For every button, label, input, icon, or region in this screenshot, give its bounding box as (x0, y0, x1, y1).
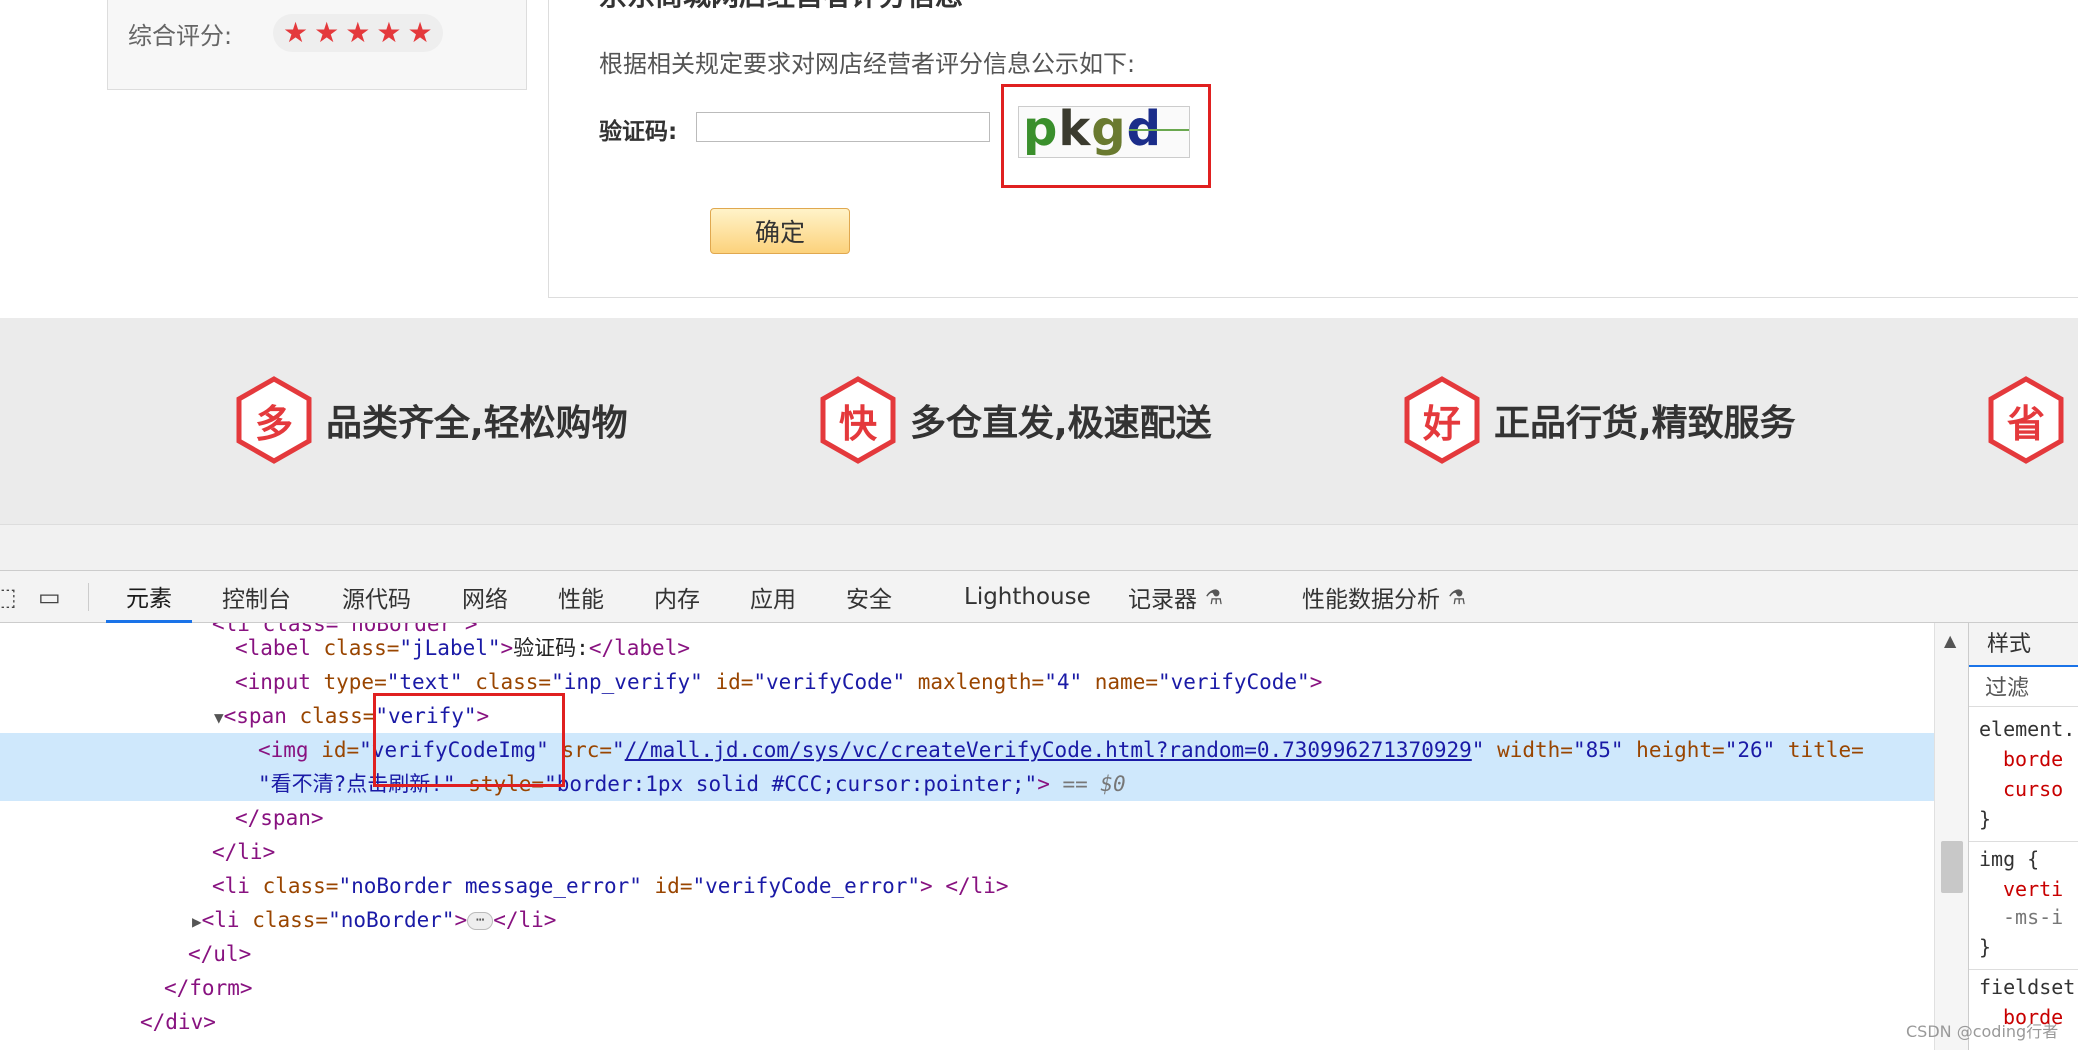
dom-node-line[interactable]: <li class="noBorder message_error" id="v… (0, 869, 1934, 903)
devtools-panel: ⬚ ▭ 元素 控制台 源代码 网络 性能 内存 应用 安全 Lighthouse… (0, 570, 2078, 1050)
hexagon-badge-icon: 省 (1988, 376, 2064, 464)
styles-filter-input[interactable]: 过滤 (1969, 671, 2078, 707)
dom-node-line[interactable]: <input type="text" class="inp_verify" id… (0, 665, 1934, 699)
highlight-box-img-id (373, 693, 565, 787)
style-rule-selector: fieldset (1979, 975, 2076, 999)
scroll-thumb[interactable] (1941, 841, 1963, 893)
dom-node-line[interactable]: <label class="jLabel">验证码:</label> (0, 631, 1934, 665)
tab-console[interactable]: 控制台 (222, 571, 291, 623)
style-property[interactable]: borde (2003, 747, 2063, 771)
rating-label: 综合评分: (128, 22, 233, 50)
rating-card: 综合评分: ★ ★ ★ ★ ★ (107, 0, 527, 90)
feature-item: 省 (1988, 376, 2078, 464)
dom-node-line[interactable]: ▼<span class="verify"> (0, 699, 1934, 733)
seller-rating-panel: 京东商城网店经营者评分信息 根据相关规定要求对网店经营者评分信息公示如下: 验证… (548, 0, 2078, 298)
verify-code-label: 验证码: (599, 119, 678, 145)
dom-node-line[interactable]: </ul> (0, 937, 1934, 971)
captcha-image[interactable]: pkgd (1018, 106, 1190, 158)
toolbar-divider (88, 583, 89, 611)
style-rule-selector: img { (1979, 847, 2040, 871)
tab-elements[interactable]: 元素 (106, 571, 192, 623)
flask-icon: ⚗ (1448, 585, 1466, 609)
star-icon: ★ (345, 16, 371, 49)
style-property[interactable]: verti (2003, 877, 2063, 901)
style-property[interactable]: -ms-i (2003, 905, 2063, 929)
captcha-text: pkgd (1023, 106, 1162, 157)
page-top: 综合评分: ★ ★ ★ ★ ★ 京东商城网店经营者评分信息 根据相关规定要求对网… (0, 0, 2078, 318)
star-icon: ★ (314, 16, 340, 49)
tab-application[interactable]: 应用 (750, 571, 796, 623)
feature-item: 快 多仓直发,极速配送 (820, 376, 1212, 464)
elements-tree: <li class="noBorder"> <label class="jLab… (0, 623, 1934, 1050)
devtools-tabbar: ⬚ ▭ 元素 控制台 源代码 网络 性能 内存 应用 安全 Lighthouse… (0, 571, 2078, 623)
hexagon-badge-icon: 多 (236, 376, 312, 464)
dom-node-line[interactable]: </li> (0, 835, 1934, 869)
watermark: CSDN @coding行者 (1906, 1022, 2059, 1041)
tab-security[interactable]: 安全 (846, 571, 892, 623)
confirm-button[interactable]: 确定 (710, 208, 850, 254)
feature-item: 多 品类齐全,轻松购物 (236, 376, 628, 464)
style-rule-close: } (1979, 807, 1992, 831)
tab-lighthouse[interactable]: Lighthouse (964, 571, 1091, 623)
tab-memory[interactable]: 内存 (654, 571, 700, 623)
dom-node-line[interactable]: </form> (0, 971, 1934, 1005)
tab-recorder[interactable]: 记录器 ⚗ (1128, 571, 1223, 623)
feature-band: 多 品类齐全,轻松购物 快 多仓直发,极速配送 好 正品行货,精致服务 省 (0, 318, 2078, 524)
collapse-triangle-icon[interactable]: ▼ (214, 708, 224, 727)
device-toolbar-icon[interactable]: ▭ (38, 583, 61, 611)
styles-pane: 样式 过滤 element. borde curso } img { verti… (1968, 623, 2078, 1050)
notice-text: 根据相关规定要求对网店经营者评分信息公示如下: (599, 50, 1136, 78)
tab-sources[interactable]: 源代码 (342, 571, 411, 623)
elements-scrollbar[interactable]: ▲ (1934, 623, 1968, 1050)
tab-performance[interactable]: 性能 (558, 571, 604, 623)
star-icon: ★ (376, 16, 402, 49)
style-property[interactable]: curso (2003, 777, 2063, 801)
ellipsis-icon[interactable]: ⋯ (467, 912, 494, 930)
star-icon: ★ (407, 16, 433, 49)
scroll-up-icon[interactable]: ▲ (1944, 631, 1956, 650)
verify-code-input[interactable] (696, 112, 990, 142)
dom-node-line-selected[interactable]: "看不清?点击刷新!" style="border:1px solid #CCC… (0, 767, 1934, 801)
dom-node-line[interactable]: </span> (0, 801, 1934, 835)
hexagon-badge-icon: 好 (1404, 376, 1480, 464)
inspect-element-icon[interactable]: ⬚ (0, 583, 17, 611)
hexagon-badge-icon: 快 (820, 376, 896, 464)
star-rating: ★ ★ ★ ★ ★ (273, 14, 443, 52)
star-icon: ★ (283, 16, 309, 49)
tab-performance-insights[interactable]: 性能数据分析 ⚗ (1302, 571, 1466, 623)
style-divider (1969, 841, 2078, 842)
dom-node-line[interactable]: ▶<li class="noBorder"> ⋯ </li> (0, 903, 1934, 937)
dom-node-line[interactable]: </div> (0, 1005, 1934, 1039)
style-rule-close: } (1979, 935, 1992, 959)
dom-node-line-selected[interactable]: <img id="verifyCodeImg" src="//mall.jd.c… (0, 733, 1934, 767)
src-link[interactable]: //mall.jd.com/sys/vc/createVerifyCode.ht… (625, 738, 1472, 762)
tab-styles[interactable]: 样式 (1969, 623, 2078, 667)
feature-item: 好 正品行货,精致服务 (1404, 376, 1796, 464)
style-rule-selector: element. (1979, 717, 2076, 741)
flask-icon: ⚗ (1205, 585, 1223, 609)
panel-title: 京东商城网店经营者评分信息 (599, 0, 963, 14)
expand-triangle-icon[interactable]: ▶ (192, 912, 202, 931)
style-divider (1969, 969, 2078, 970)
page-bottom-gap (0, 524, 2078, 570)
tab-network[interactable]: 网络 (462, 571, 508, 623)
captcha-noise-line (1129, 129, 1189, 131)
